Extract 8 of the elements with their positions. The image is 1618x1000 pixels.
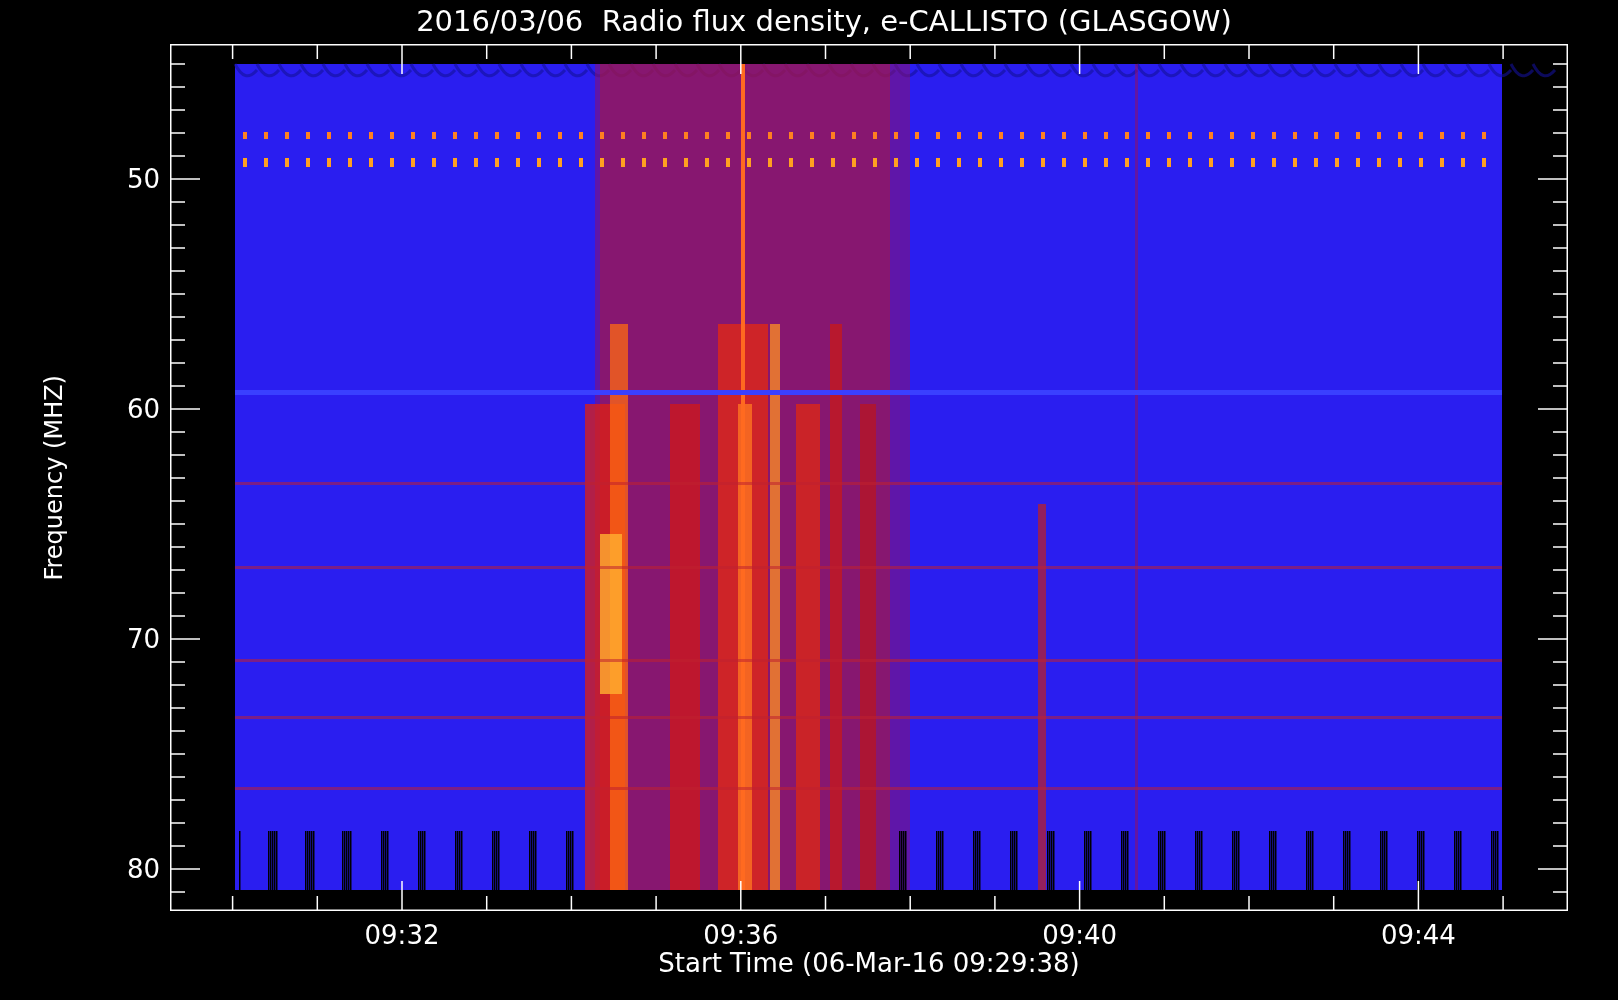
- y-tick-label: 80: [126, 853, 160, 885]
- x-tick-label: 09:44: [1379, 919, 1457, 951]
- y-axis-label: Frequency (MHZ): [40, 374, 68, 581]
- y-tick-label: 70: [126, 623, 160, 655]
- y-tick-label: 50: [126, 163, 160, 195]
- plot-title: 2016/03/06 Radio flux density, e-CALLISTO (GLASGOW): [415, 3, 1233, 40]
- x-tick-label: 09:32: [363, 919, 441, 951]
- y-tick-label: 60: [126, 393, 160, 425]
